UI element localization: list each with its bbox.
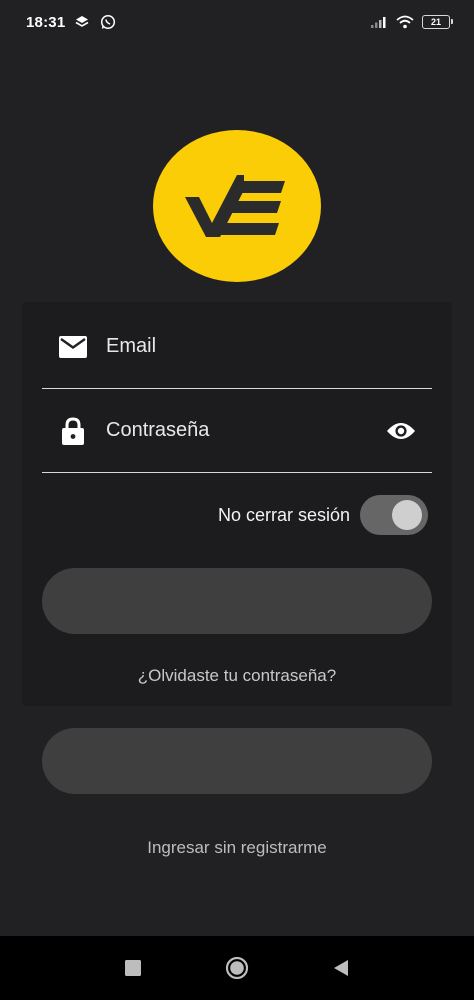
status-bar: 18:31 21	[0, 0, 474, 44]
password-input[interactable]	[106, 419, 366, 442]
back-icon	[334, 960, 348, 976]
whatsapp-icon	[99, 13, 117, 31]
eye-icon	[387, 422, 415, 439]
mail-icon	[58, 332, 88, 362]
forgot-password-link[interactable]: ¿Olvidaste tu contraseña?	[0, 666, 474, 686]
status-right: 21	[370, 13, 453, 31]
toggle-knob	[392, 500, 422, 530]
battery-icon: 21	[422, 15, 453, 29]
email-input[interactable]	[106, 335, 366, 358]
guest-login-link[interactable]: Ingresar sin registrarme	[0, 838, 474, 858]
remember-session-toggle[interactable]	[360, 495, 428, 535]
app-logo	[153, 130, 321, 282]
show-password-button[interactable]	[384, 414, 418, 448]
status-left: 18:31	[26, 13, 117, 31]
recent-apps-button[interactable]	[118, 953, 148, 983]
password-field[interactable]	[42, 389, 432, 473]
status-time: 18:31	[26, 13, 66, 31]
home-icon	[225, 956, 249, 980]
signal-icon	[370, 13, 388, 31]
register-button[interactable]	[42, 728, 432, 794]
back-button[interactable]	[326, 953, 356, 983]
system-nav-bar	[0, 936, 474, 1000]
lock-icon	[58, 416, 88, 446]
login-button[interactable]	[42, 568, 432, 634]
check-e-logo-icon	[185, 175, 285, 237]
email-field[interactable]	[42, 305, 432, 389]
remember-session-label: No cerrar sesión	[217, 504, 350, 525]
wifi-icon	[396, 13, 414, 31]
layers-icon	[73, 13, 91, 31]
recent-apps-icon	[125, 960, 141, 976]
remember-session-row: No cerrar sesión	[218, 492, 428, 538]
home-button[interactable]	[222, 953, 252, 983]
